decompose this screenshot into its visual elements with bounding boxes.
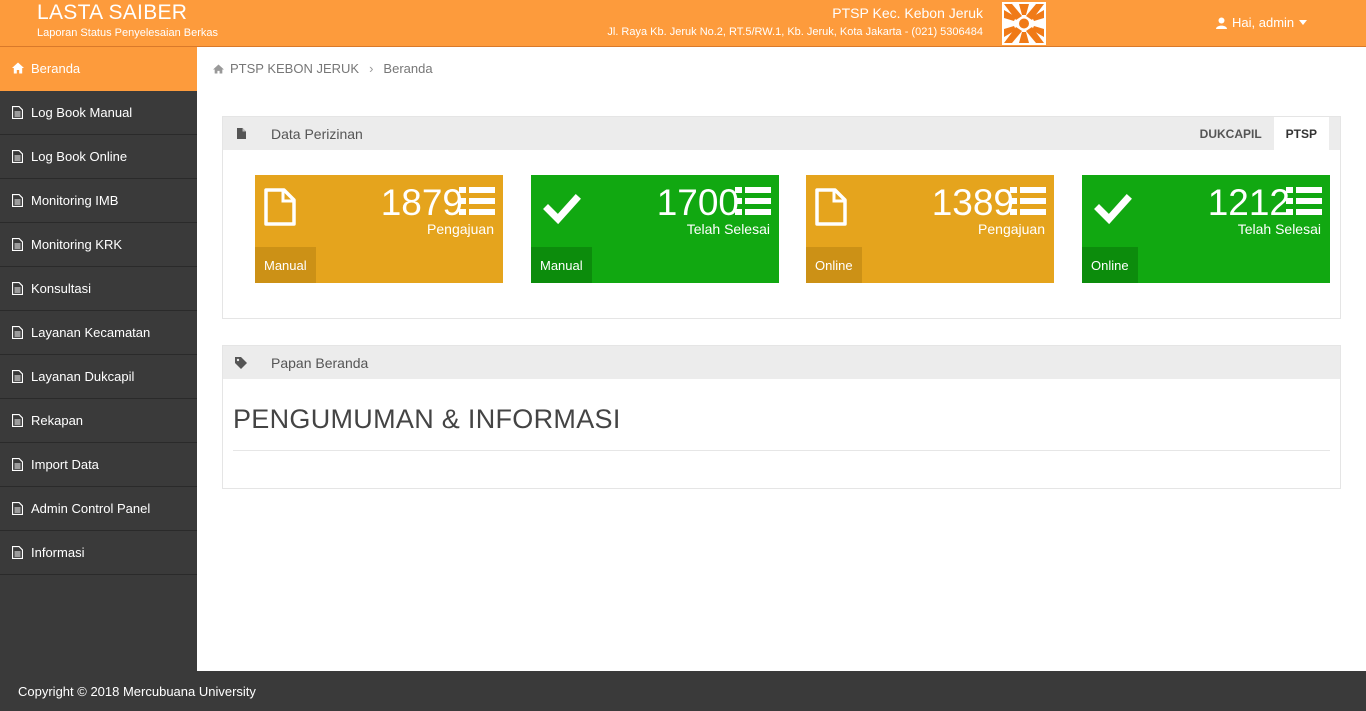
file-icon (223, 128, 259, 139)
breadcrumb: PTSP KEBON JERUK › Beranda (213, 61, 433, 76)
stat-tile-manual-selesai: 1700 Telah Selesai Manual (531, 175, 779, 283)
panel-tabs: DUKCAPIL PTSP (1188, 117, 1329, 150)
caret-down-icon (1299, 20, 1308, 25)
document-icon (12, 238, 24, 251)
document-icon (12, 414, 24, 427)
stat-tile-manual-pengajuan: 1879 Pengajuan Manual (255, 175, 503, 283)
stat-caption: Pengajuan (978, 221, 1045, 237)
sidebar-item-label: Beranda (31, 61, 81, 76)
sidebar-item-label: Konsultasi (31, 281, 91, 296)
sidebar-item-log-book-manual[interactable]: Log Book Manual (0, 91, 197, 135)
list-icon (1286, 187, 1322, 215)
breadcrumb-root-link[interactable]: PTSP KEBON JERUK (230, 61, 359, 76)
document-icon (12, 106, 24, 119)
user-greeting: Hai, admin (1232, 15, 1295, 30)
stat-caption: Pengajuan (427, 221, 494, 237)
document-icon (12, 546, 24, 559)
top-header: LASTA SAIBER Laporan Status Penyelesaian… (0, 0, 1366, 47)
stat-caption: Telah Selesai (686, 221, 770, 237)
panel-header: Data Perizinan DUKCAPIL PTSP (223, 117, 1340, 150)
sidebar-item-label: Rekapan (31, 413, 84, 428)
sidebar-item-label: Monitoring IMB (31, 193, 119, 208)
chevron-right-icon: › (369, 61, 374, 76)
check-icon (543, 194, 581, 225)
stat-value: 1700 (656, 182, 739, 223)
sidebar-item-label: Layanan Dukcapil (31, 369, 135, 384)
document-icon (12, 150, 24, 163)
user-menu[interactable]: Hai, admin (1216, 15, 1308, 30)
footer: Copyright © 2018 Mercubuana University (0, 671, 1366, 711)
stat-value: 1389 (931, 182, 1014, 223)
stat-caption: Telah Selesai (1237, 221, 1321, 237)
stat-tile-online-selesai: 1212 Telah Selesai Online (1082, 175, 1330, 283)
stat-tag-link[interactable]: Manual (255, 247, 316, 283)
sidebar-item-admin-control-panel[interactable]: Admin Control Panel (0, 487, 197, 531)
sidebar-item-import-data[interactable]: Import Data (0, 443, 197, 487)
sidebar-item-label: Informasi (31, 545, 85, 560)
check-icon (1094, 194, 1132, 225)
divider (233, 450, 1330, 451)
sidebar-item-log-book-online[interactable]: Log Book Online (0, 135, 197, 179)
sidebar-item-informasi[interactable]: Informasi (0, 531, 197, 575)
stat-tag-link[interactable]: Online (806, 247, 862, 283)
document-icon (12, 502, 24, 515)
data-perizinan-panel: Data Perizinan DUKCAPIL PTSP 1879 Pengaj… (222, 116, 1341, 319)
app-subtitle: Laporan Status Penyelesaian Berkas (37, 27, 219, 39)
document-icon (12, 282, 24, 295)
copyright-text: Copyright © 2018 Mercubuana University (18, 683, 256, 699)
sidebar-item-monitoring-imb[interactable]: Monitoring IMB (0, 179, 197, 223)
stat-tag-link[interactable]: Manual (531, 247, 592, 283)
office-name: PTSP Kec. Kebon Jeruk (832, 5, 983, 21)
tab-ptsp[interactable]: PTSP (1273, 117, 1329, 150)
tag-icon (223, 356, 259, 369)
sidebar-item-label: Log Book Manual (31, 105, 133, 120)
list-icon (735, 187, 771, 215)
sidebar: Beranda Log Book Manual Log Book Online … (0, 47, 197, 671)
stat-value: 1879 (380, 182, 463, 223)
sidebar-item-label: Admin Control Panel (31, 501, 151, 516)
file-icon (264, 188, 296, 226)
sidebar-item-label: Monitoring KRK (31, 237, 123, 252)
sidebar-item-label: Log Book Online (31, 149, 128, 164)
home-icon (12, 62, 24, 75)
sidebar-item-beranda[interactable]: Beranda (0, 47, 197, 91)
stat-value: 1212 (1207, 182, 1290, 223)
panel-title: Papan Beranda (271, 354, 369, 371)
list-icon (459, 187, 495, 215)
document-icon (12, 370, 24, 383)
sidebar-item-label: Import Data (31, 457, 99, 472)
file-icon (815, 188, 847, 226)
document-icon (12, 458, 24, 471)
tab-dukcapil[interactable]: DUKCAPIL (1188, 117, 1274, 150)
office-address: Jl. Raya Kb. Jeruk No.2, RT.5/RW.1, Kb. … (607, 26, 983, 38)
sidebar-item-layanan-kecamatan[interactable]: Layanan Kecamatan (0, 311, 197, 355)
sidebar-item-layanan-dukcapil[interactable]: Layanan Dukcapil (0, 355, 197, 399)
stat-tile-online-pengajuan: 1389 Pengajuan Online (806, 175, 1054, 283)
sidebar-item-label: Layanan Kecamatan (31, 325, 151, 340)
app-title: LASTA SAIBER (37, 1, 188, 24)
panel-title: Data Perizinan (271, 125, 363, 142)
document-icon (12, 194, 24, 207)
stat-tag-link[interactable]: Online (1082, 247, 1138, 283)
list-icon (1010, 187, 1046, 215)
home-icon (213, 63, 224, 74)
user-icon (1216, 17, 1227, 29)
sidebar-item-konsultasi[interactable]: Konsultasi (0, 267, 197, 311)
panel-header: Papan Beranda (223, 346, 1340, 379)
sidebar-item-monitoring-krk[interactable]: Monitoring KRK (0, 223, 197, 267)
sidebar-item-rekapan[interactable]: Rekapan (0, 399, 197, 443)
papan-beranda-panel: Papan Beranda PENGUMUMAN & INFORMASI (222, 345, 1341, 489)
announcement-heading: PENGUMUMAN & INFORMASI (233, 404, 621, 434)
document-icon (12, 326, 24, 339)
breadcrumb-current: Beranda (383, 61, 433, 76)
office-logo (1002, 2, 1046, 45)
